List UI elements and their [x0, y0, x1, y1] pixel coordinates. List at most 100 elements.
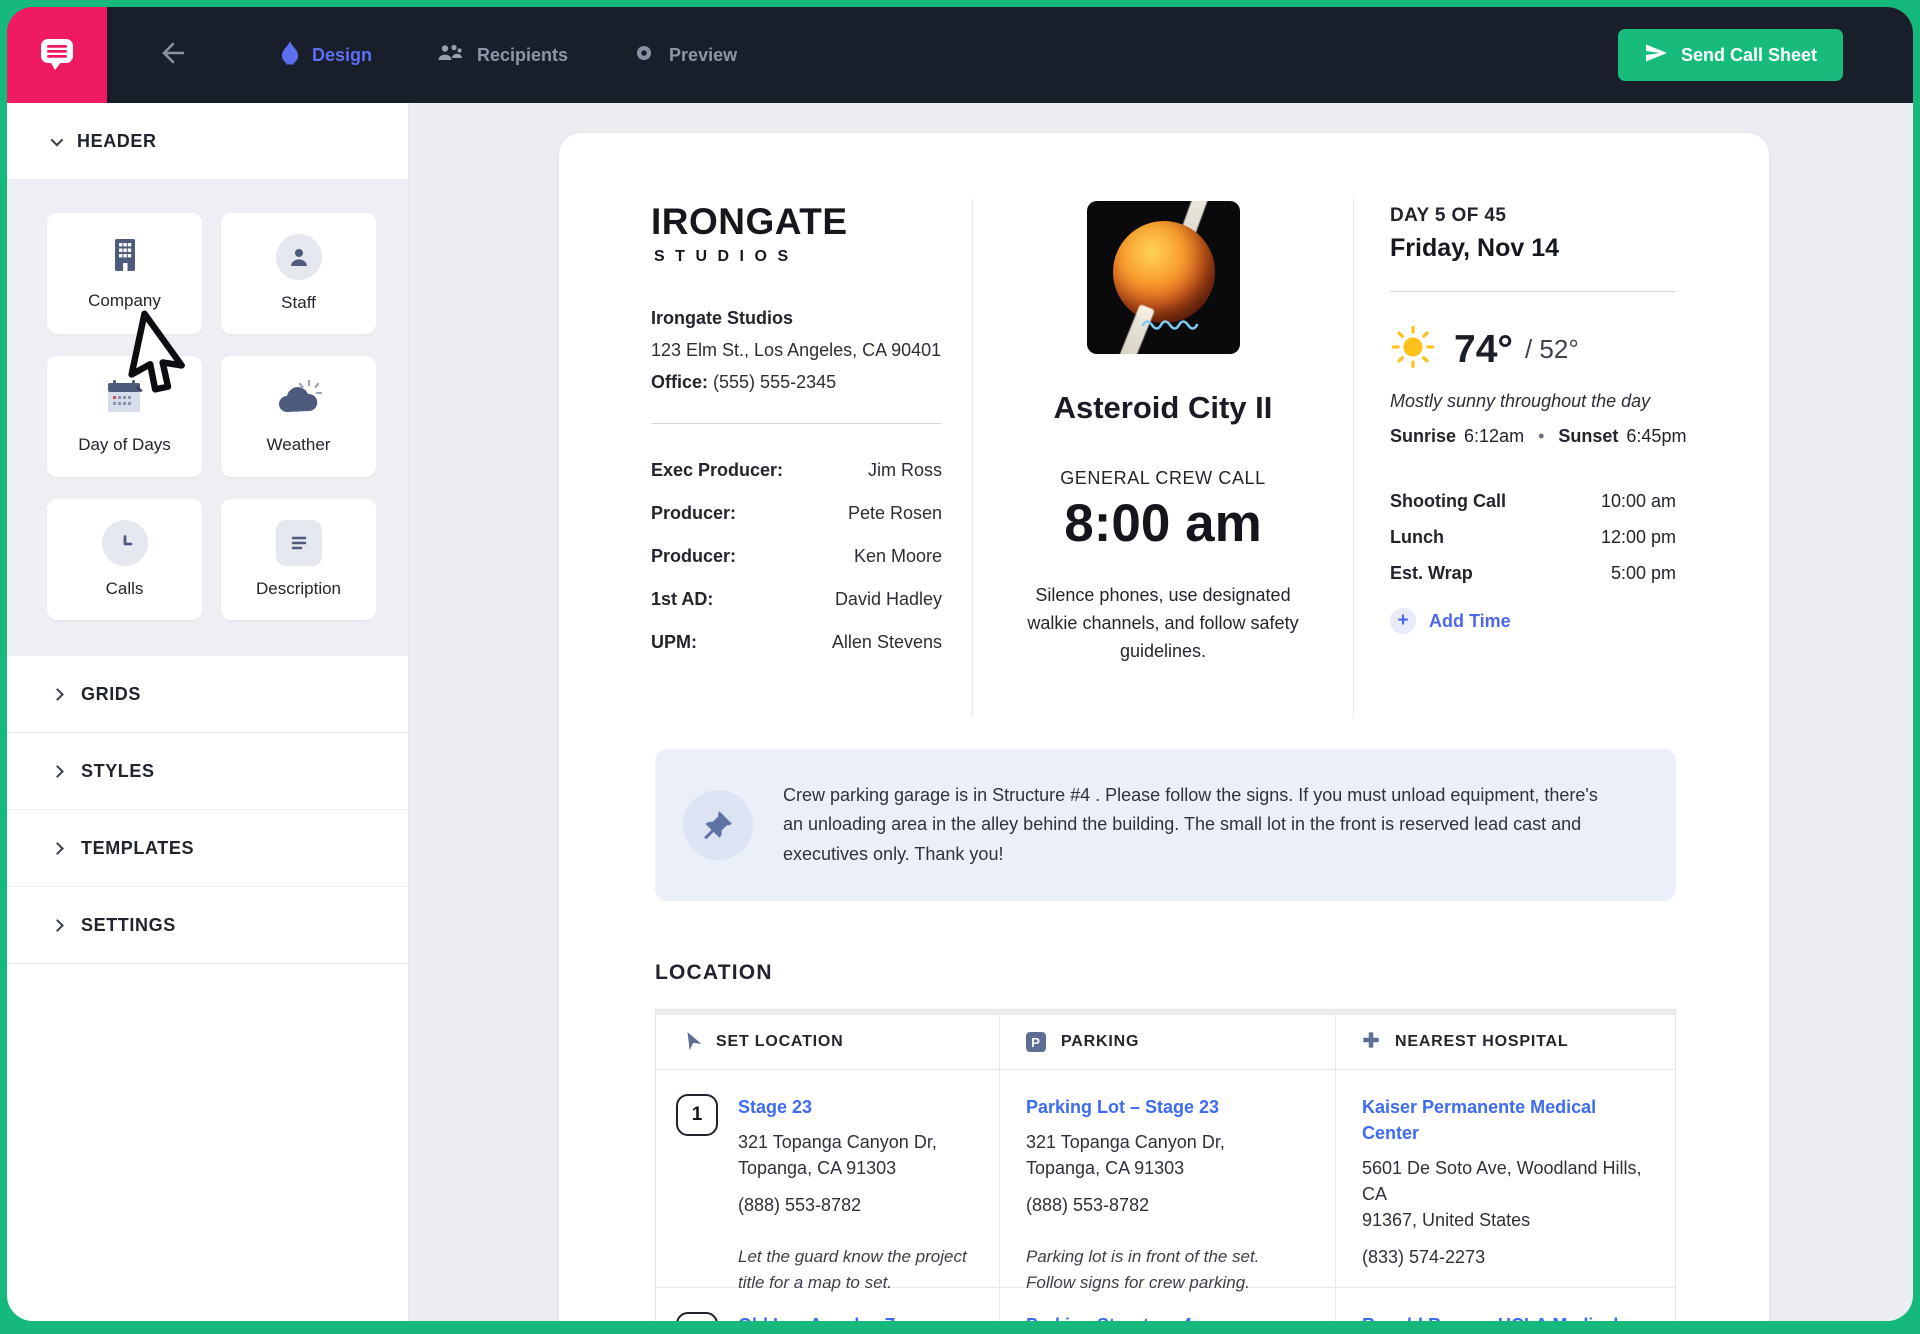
set-location-cell: 1 Stage 23 321 Topanga Canyon Dr, Topang…	[656, 1070, 999, 1296]
back-arrow-icon	[159, 40, 189, 71]
sidebar-item-templates[interactable]: TEMPLATES	[7, 810, 408, 887]
add-time-button[interactable]: + Add Time	[1390, 608, 1676, 634]
navigation-arrow-icon	[682, 1030, 701, 1054]
chevron-right-icon	[51, 919, 64, 932]
time-row: Lunch 12:00 pm	[1390, 527, 1676, 548]
tab-recipients[interactable]: Recipients	[404, 7, 600, 103]
column-header-set-location: SET LOCATION	[656, 1015, 999, 1069]
hospital-link[interactable]: Kaiser Permanente Medical Center	[1362, 1094, 1651, 1146]
parking-icon: P	[1026, 1032, 1046, 1052]
medical-cross-icon	[1362, 1031, 1380, 1054]
office-phone: (555) 555-2345	[713, 372, 836, 392]
hospital-cell: Kaiser Permanente Medical Center 5601 De…	[1335, 1070, 1675, 1296]
tile-calls[interactable]: Calls	[47, 499, 202, 620]
parking-header-label: PARKING	[1061, 1033, 1139, 1051]
sidebar-item-grids[interactable]: GRIDS	[7, 656, 408, 733]
production-title: Asteroid City II	[1003, 390, 1323, 426]
topbar: Design Recipients	[7, 7, 1913, 103]
roster-row: 1st AD: David Hadley	[651, 589, 942, 610]
location-table-header: SET LOCATION P PARKING NEAREST HOSPITAL	[656, 1015, 1675, 1070]
parking-link[interactable]: Parking Structure 4	[1026, 1312, 1311, 1321]
temp-low: / 52°	[1525, 334, 1579, 365]
tile-day-of-days[interactable]: Day of Days	[47, 356, 202, 477]
roster-row: Producer: Pete Rosen	[651, 503, 942, 524]
hospital-phone: (833) 574-2273	[1362, 1244, 1651, 1270]
address-line: 321 Topanga Canyon Dr,	[1026, 1129, 1311, 1155]
sidebar-templates-label: TEMPLATES	[81, 838, 194, 859]
address-line: 321 Topanga Canyon Dr,	[738, 1129, 975, 1155]
roster-name: Ken Moore	[854, 546, 942, 567]
production-column: Asteroid City II GENERAL CREW CALL 8:00 …	[972, 199, 1354, 717]
company-name: Irongate Studios	[651, 308, 942, 329]
parking-link[interactable]: Parking Lot – Stage 23	[1026, 1094, 1311, 1120]
roster-row: Exec Producer: Jim Ross	[651, 460, 942, 481]
plus-icon: +	[1390, 608, 1416, 634]
time-value: 12:00 pm	[1601, 527, 1676, 548]
office-label: Office:	[651, 372, 708, 392]
roster-name: Pete Rosen	[848, 503, 942, 524]
document-lines-icon	[276, 520, 322, 566]
tile-weather[interactable]: Weather	[221, 356, 376, 477]
hospital-cell: Ronald Reagan UCLA Medical Center 757 We…	[1335, 1288, 1675, 1321]
location-number-badge: 1	[676, 1094, 718, 1136]
chevron-right-icon	[51, 688, 64, 701]
roster-row: Producer: Ken Moore	[651, 546, 942, 567]
tab-design[interactable]: Design	[249, 7, 404, 103]
pinned-note-box: Crew parking garage is in Structure #4 .…	[655, 749, 1676, 901]
divider	[1390, 291, 1676, 292]
parking-cell: Parking Lot – Stage 23 321 Topanga Canyo…	[999, 1070, 1335, 1296]
address-line: 91367, United States	[1362, 1207, 1651, 1233]
weather-row: 74° / 52°	[1390, 324, 1676, 375]
calendar-icon	[104, 379, 146, 422]
sunset-time: 6:45pm	[1626, 426, 1686, 447]
sun-times: Sunrise 6:12am • Sunset 6:45pm	[1390, 426, 1676, 447]
company-logo-secondary: STUDIOS	[651, 248, 942, 266]
roster-role: 1st AD:	[651, 589, 713, 610]
roster-role: Exec Producer:	[651, 460, 783, 481]
sidebar-item-styles[interactable]: STYLES	[7, 733, 408, 810]
times-list: Shooting Call 10:00 am Lunch 12:00 pm Es…	[1390, 491, 1676, 634]
day-counter: DAY 5 OF 45	[1390, 205, 1676, 227]
add-time-label: Add Time	[1429, 611, 1511, 632]
tab-recipients-label: Recipients	[477, 45, 568, 66]
location-table: SET LOCATION P PARKING NEAREST HOSPITAL	[655, 1009, 1676, 1321]
sidebar-item-settings[interactable]: SETTINGS	[7, 887, 408, 964]
sidebar-header-label: HEADER	[77, 131, 157, 152]
company-office-phone: Office: (555) 555-2345	[651, 372, 942, 393]
eye-icon	[632, 44, 656, 67]
main-canvas: IRONGATE STUDIOS Irongate Studios 123 El…	[410, 103, 1913, 1321]
droplet-icon	[281, 40, 299, 70]
roster-name: Allen Stevens	[832, 632, 942, 653]
back-button[interactable]	[159, 40, 189, 71]
tab-preview-label: Preview	[669, 45, 737, 66]
topbar-tabs: Design Recipients	[249, 7, 769, 103]
time-row: Est. Wrap 5:00 pm	[1390, 563, 1676, 584]
roster-row: UPM: Allen Stevens	[651, 632, 942, 653]
tile-staff[interactable]: Staff	[221, 213, 376, 334]
hospital-address: 5601 De Soto Ave, Woodland Hills, CA 913…	[1362, 1155, 1651, 1233]
chevron-right-icon	[51, 765, 64, 778]
tile-description[interactable]: Description	[221, 499, 376, 620]
send-plane-icon	[1644, 43, 1668, 68]
roster-role: Producer:	[651, 503, 736, 524]
tab-preview[interactable]: Preview	[600, 7, 769, 103]
dot-separator: •	[1532, 426, 1550, 447]
people-group-icon	[436, 43, 464, 68]
safety-note: Silence phones, use designated walkie ch…	[1003, 582, 1323, 666]
hospital-link[interactable]: Ronald Reagan UCLA Medical Center	[1362, 1312, 1651, 1321]
tile-company[interactable]: Company	[47, 213, 202, 334]
send-call-sheet-label: Send Call Sheet	[1681, 45, 1817, 66]
set-location-phone: (888) 553-8782	[738, 1192, 975, 1218]
sidebar-section-header[interactable]: HEADER	[7, 103, 408, 179]
send-call-sheet-button[interactable]: Send Call Sheet	[1618, 29, 1843, 81]
address-line: Topanga, CA 91303	[1026, 1155, 1311, 1181]
set-location-link[interactable]: Stage 23	[738, 1094, 975, 1120]
pinned-note-text: Crew parking garage is in Structure #4 .…	[783, 781, 1646, 868]
app-logo[interactable]	[7, 7, 107, 103]
company-column: IRONGATE STUDIOS Irongate Studios 123 El…	[651, 199, 972, 717]
crew-call-label: GENERAL CREW CALL	[1003, 468, 1323, 489]
sunrise-label: Sunrise	[1390, 426, 1456, 447]
address-line: 5601 De Soto Ave, Woodland Hills, CA	[1362, 1155, 1651, 1207]
sidebar-styles-label: STYLES	[81, 761, 155, 782]
set-location-link[interactable]: Old Los Angeles Zoo	[738, 1312, 945, 1321]
